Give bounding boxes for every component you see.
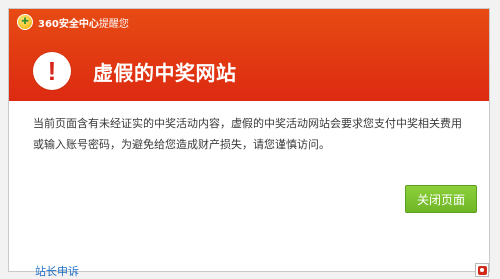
exclamation-icon: ! (33, 52, 71, 90)
webmaster-appeal-link[interactable]: 站长申诉 (35, 263, 79, 279)
report-icon[interactable] (475, 263, 489, 277)
brand: ✚ 360安全中心提醒您 (17, 14, 129, 30)
exclamation-glyph: ! (47, 56, 57, 86)
close-page-button[interactable]: 关闭页面 (405, 185, 477, 213)
brand-text: 360安全中心提醒您 (38, 15, 129, 30)
warning-message: 当前页面含有未经证实的中奖活动内容，虚假的中奖活动网站会要求您支付中奖相关费用或… (33, 117, 462, 151)
warning-window: ✚ 360安全中心提醒您 ! 虚假的中奖网站 当前页面含有未经证实的中奖活动内容… (8, 8, 490, 278)
page-title: 虚假的中奖网站 (93, 61, 237, 85)
brand-name: 360安全中心 (38, 18, 99, 30)
360-logo-icon: ✚ (17, 14, 33, 30)
warning-header: ✚ 360安全中心提醒您 ! 虚假的中奖网站 (9, 9, 489, 101)
brand-suffix: 提醒您 (98, 18, 129, 30)
